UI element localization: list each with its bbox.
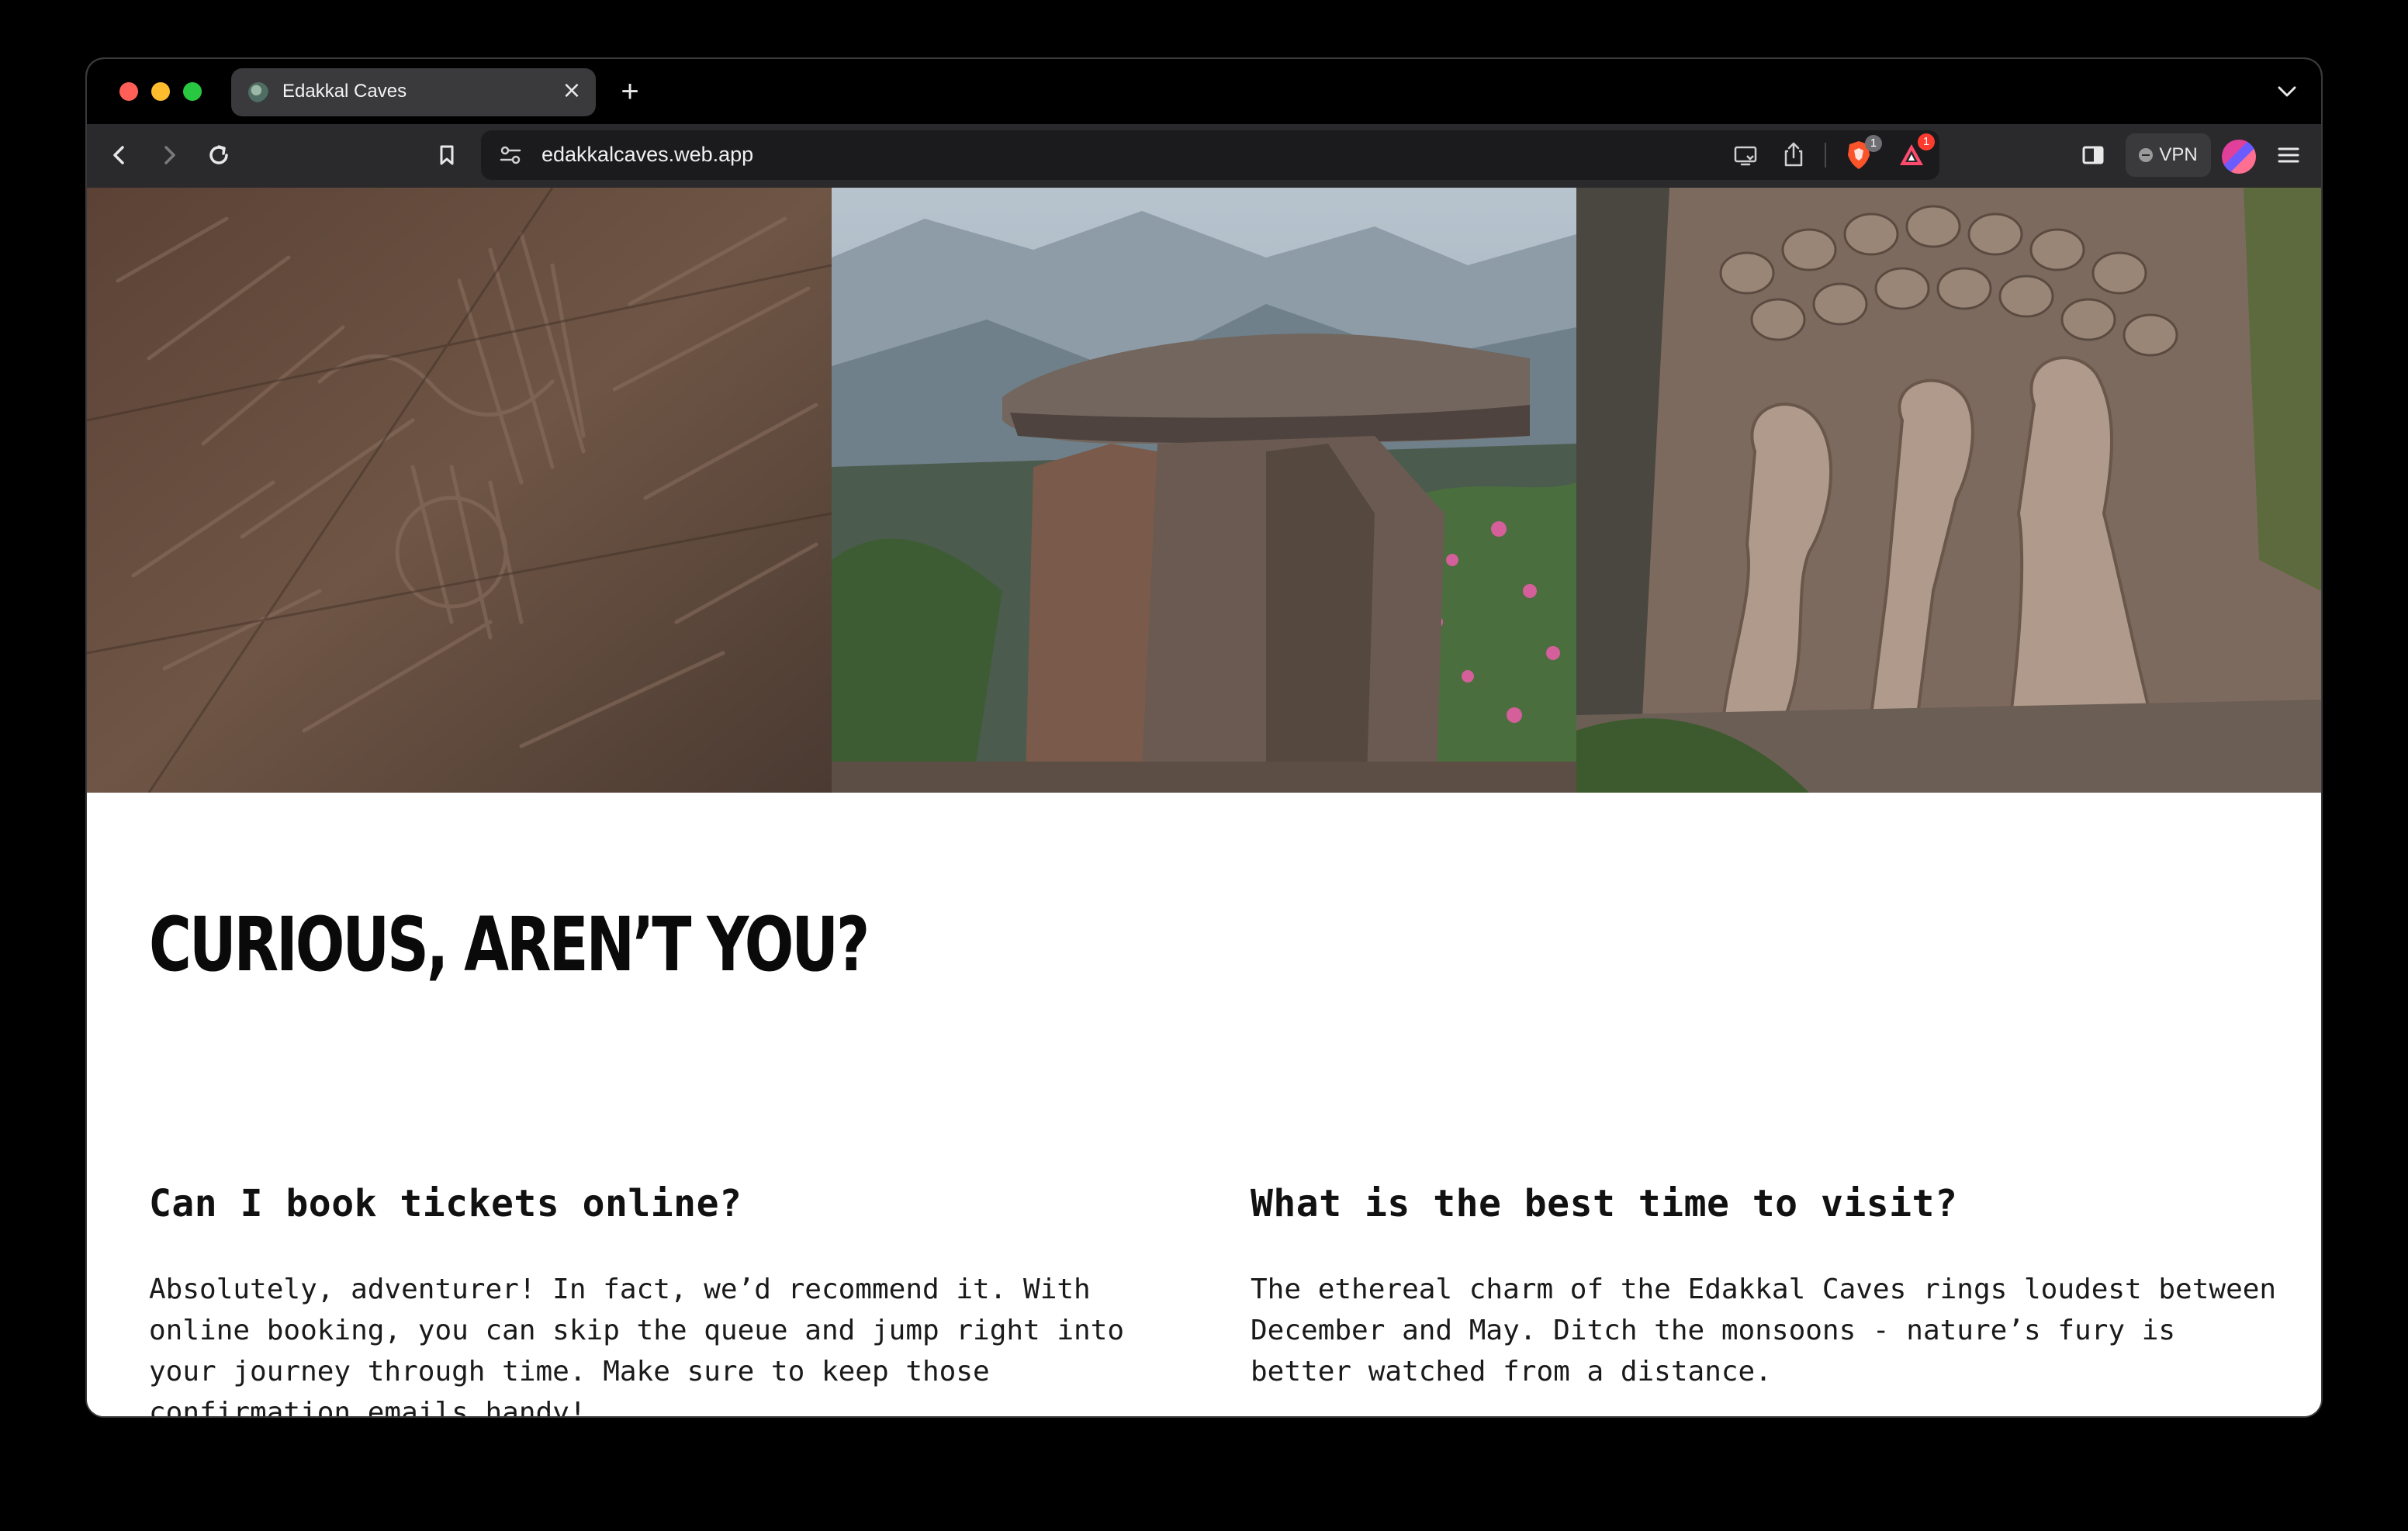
- faq-question-booking: Can I book tickets online?: [149, 1182, 742, 1225]
- browser-toolbar: edakkalcaves.web.app 1 1 VPN: [87, 124, 2321, 188]
- toolbar-divider: [1825, 143, 1826, 168]
- back-arrow-icon[interactable]: [104, 140, 135, 171]
- vpn-status-icon: [2139, 148, 2154, 162]
- dolmen-rock-photo: [832, 188, 1576, 793]
- rewards-count-badge: 1: [1918, 133, 1935, 150]
- share-icon[interactable]: [1780, 140, 1808, 169]
- forward-arrow-icon[interactable]: [154, 140, 185, 171]
- chevron-down-icon[interactable]: [2271, 76, 2302, 107]
- sidebar-toggle-icon[interactable]: [2078, 140, 2109, 171]
- hamburger-menu-icon[interactable]: [2273, 140, 2304, 171]
- globe-favicon-icon: [248, 82, 268, 102]
- page-content: CURIOUS, AREN’T YOU? Can I book tickets …: [87, 188, 2321, 1416]
- bookmark-icon[interactable]: [431, 140, 462, 171]
- tab-title: Edakkal Caves: [282, 81, 407, 102]
- relief-carving-photo: [1576, 188, 2321, 793]
- shields-count-badge: 1: [1865, 135, 1882, 152]
- photo-gallery: [87, 188, 2321, 793]
- zoom-window-button[interactable]: [183, 82, 202, 101]
- new-tab-button[interactable]: +: [614, 76, 645, 107]
- close-window-button[interactable]: [119, 82, 138, 101]
- vpn-label: VPN: [2159, 144, 2198, 165]
- reload-icon[interactable]: [203, 140, 234, 171]
- cast-icon[interactable]: [1732, 141, 1759, 169]
- minimize-window-button[interactable]: [151, 82, 170, 101]
- faq-question-best-time: What is the best time to visit?: [1251, 1182, 1958, 1225]
- tab-strip: Edakkal Caves × +: [87, 59, 2321, 124]
- address-bar[interactable]: edakkalcaves.web.app 1 1: [481, 130, 1939, 180]
- url-text: edakkalcaves.web.app: [541, 143, 754, 166]
- vpn-button[interactable]: VPN: [2126, 133, 2211, 177]
- site-settings-icon[interactable]: [496, 141, 524, 169]
- tab-edakkal-caves[interactable]: Edakkal Caves ×: [231, 68, 596, 116]
- window-controls: [119, 82, 202, 101]
- profile-avatar[interactable]: [2222, 140, 2256, 174]
- faq-answer-best-time: The ethereal charm of the Edakkal Caves …: [1251, 1274, 2277, 1388]
- close-tab-icon[interactable]: ×: [560, 79, 583, 102]
- browser-window: Edakkal Caves × + edakkalcaves.web.app 1…: [87, 59, 2321, 1416]
- petroglyph-wall-photo: [87, 188, 832, 793]
- page-heading: CURIOUS, AREN’T YOU?: [149, 901, 870, 988]
- faq-answer-booking: Absolutely, adventurer! In fact, we’d re…: [149, 1274, 1125, 1416]
